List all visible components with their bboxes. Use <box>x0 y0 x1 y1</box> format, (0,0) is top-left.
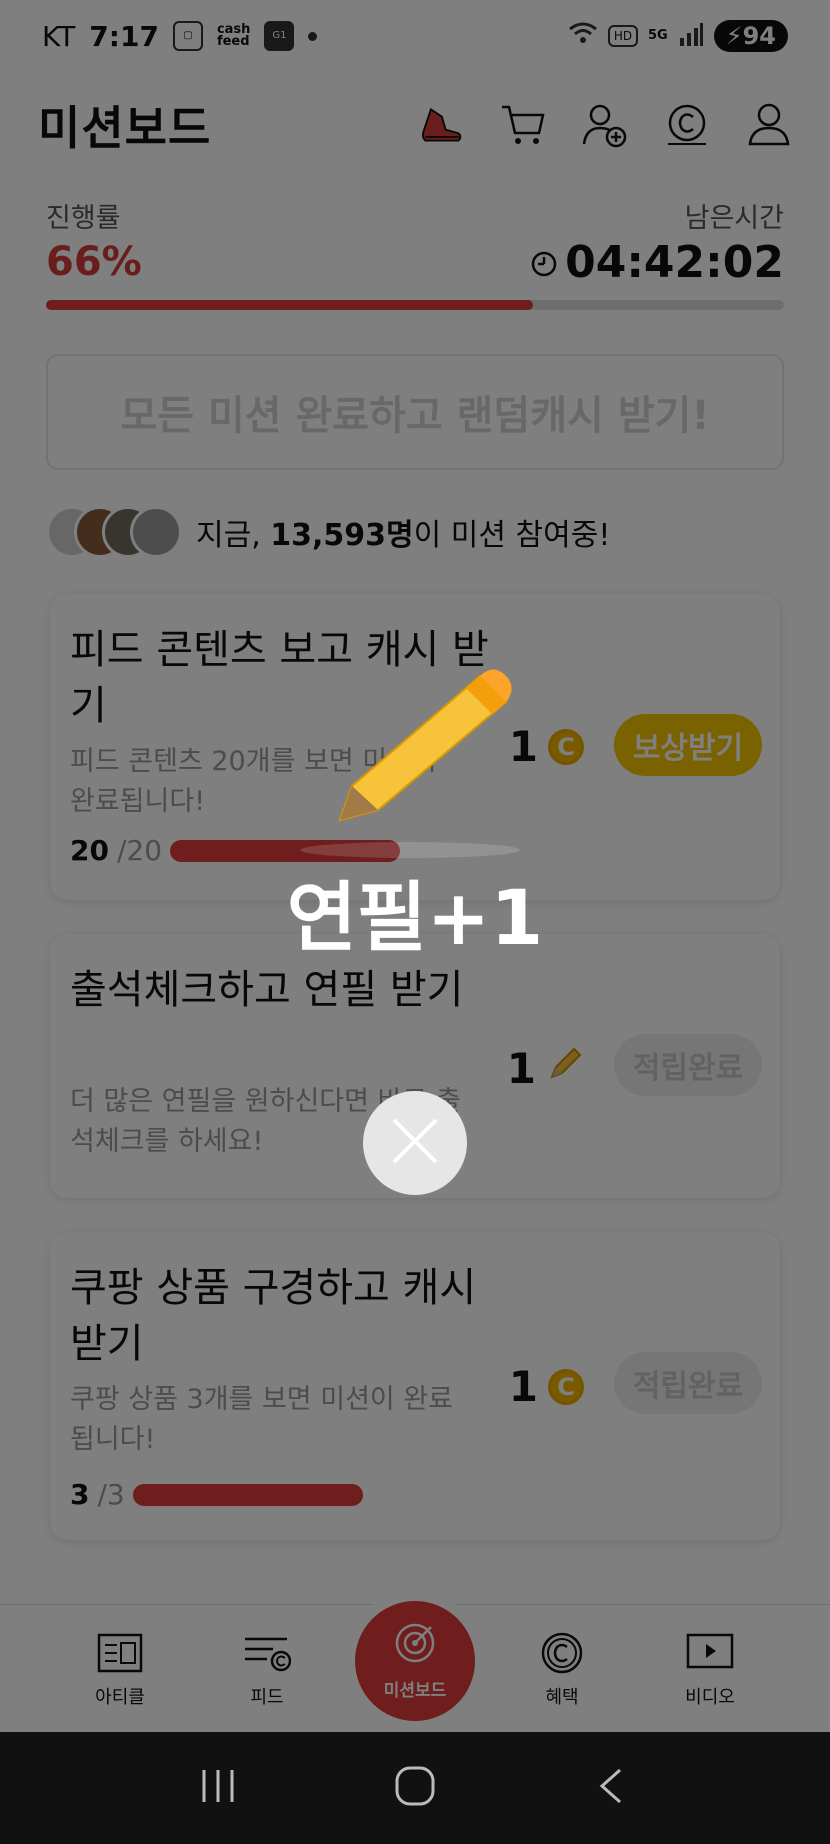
reward-popup-text: 연필+1 <box>286 873 544 962</box>
recent-apps-icon[interactable] <box>196 1764 240 1812</box>
home-icon[interactable] <box>393 1764 437 1812</box>
back-icon[interactable] <box>590 1764 634 1812</box>
close-icon <box>388 1114 442 1172</box>
system-nav-bar <box>0 1732 830 1844</box>
close-popup-button[interactable] <box>363 1091 467 1195</box>
